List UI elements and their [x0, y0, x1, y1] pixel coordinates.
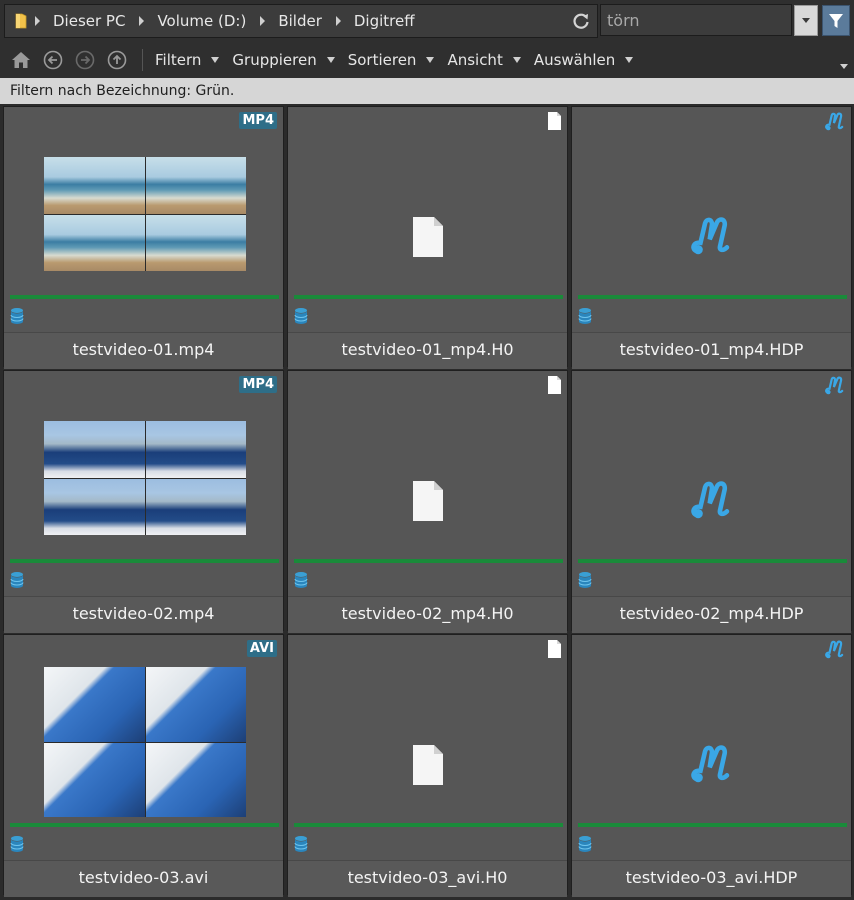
chevron-down-icon [512, 57, 521, 63]
chevron-down-icon [326, 57, 335, 63]
color-label-bar [10, 823, 279, 827]
chevron-right-icon [139, 16, 145, 26]
document-icon [548, 640, 561, 658]
chevron-down-icon [625, 57, 634, 63]
chevron-right-icon [260, 16, 266, 26]
search-history-dropdown[interactable] [794, 5, 818, 36]
music-note-icon [825, 376, 844, 395]
music-note-icon [690, 480, 729, 518]
menu-filtern[interactable]: Filtern [155, 51, 220, 69]
file-tile[interactable]: testvideo-01_mp4.HDP [571, 106, 852, 369]
color-label-bar [578, 295, 847, 299]
color-label-bar [10, 295, 279, 299]
breadcrumb-item-bilder[interactable]: Bilder [260, 12, 322, 30]
database-icon [578, 308, 592, 324]
music-note-icon [690, 744, 729, 782]
file-type-badge: MP4 [239, 376, 277, 393]
forward-button[interactable] [74, 49, 96, 71]
chevron-right-icon [35, 16, 40, 26]
file-name: testvideo-02.mp4 [4, 596, 283, 633]
music-note-icon [825, 112, 844, 131]
file-name: testvideo-03_avi.H0 [288, 860, 567, 897]
toolbar: Filtern Gruppieren Sortieren Ansicht Aus… [0, 42, 854, 78]
file-tile[interactable]: testvideo-03_avi.H0 [287, 634, 568, 897]
breadcrumb-item-digitreff[interactable]: Digitreff [335, 12, 415, 30]
arrow-right-circle-icon [75, 50, 95, 70]
chevron-down-icon [426, 57, 435, 63]
file-tile[interactable]: testvideo-02_mp4.HDP [571, 370, 852, 633]
database-icon [294, 308, 308, 324]
search-box[interactable] [600, 4, 793, 36]
color-label-bar [294, 295, 563, 299]
funnel-icon [829, 13, 843, 28]
video-thumbnail [44, 157, 246, 271]
file-name: testvideo-02_mp4.HDP [572, 596, 851, 633]
home-icon [12, 52, 30, 68]
video-thumbnail [44, 421, 246, 535]
document-icon [412, 480, 443, 521]
database-icon [10, 836, 24, 852]
file-tile[interactable]: testvideo-01_mp4.H0 [287, 106, 568, 369]
refresh-icon[interactable] [571, 11, 591, 31]
database-icon [10, 572, 24, 588]
video-thumbnail [44, 667, 246, 817]
search-input[interactable] [601, 5, 793, 35]
document-icon [412, 744, 443, 785]
up-button[interactable] [106, 49, 128, 71]
arrow-up-circle-icon [107, 50, 127, 70]
file-name: testvideo-02_mp4.H0 [288, 596, 567, 633]
color-label-bar [578, 559, 847, 563]
folder-icon [15, 13, 27, 29]
toolbar-separator [142, 49, 143, 71]
color-label-bar [578, 823, 847, 827]
file-name: testvideo-01_mp4.HDP [572, 332, 851, 369]
home-button[interactable] [10, 49, 32, 71]
file-type-badge: MP4 [239, 112, 277, 129]
music-note-icon [690, 216, 729, 254]
menu-sortieren[interactable]: Sortieren [348, 51, 435, 69]
file-name: testvideo-01_mp4.H0 [288, 332, 567, 369]
menu-ansicht[interactable]: Ansicht [447, 51, 521, 69]
document-icon [548, 112, 561, 130]
address-bar: Dieser PC Volume (D:) Bilder Digitreff [0, 0, 854, 42]
file-grid: MP4 testvideo-01.mp4 testvideo-01_mp4.H0… [3, 106, 853, 900]
file-tile[interactable]: testvideo-02_mp4.H0 [287, 370, 568, 633]
file-tile[interactable]: testvideo-03_avi.HDP [571, 634, 852, 897]
breadcrumb-item-volume[interactable]: Volume (D:) [139, 12, 246, 30]
chevron-down-icon [802, 18, 810, 23]
color-label-bar [10, 559, 279, 563]
file-type-badge: AVI [246, 640, 277, 657]
menu-auswaehlen[interactable]: Auswählen [534, 51, 634, 69]
file-tile[interactable]: MP4 testvideo-01.mp4 [3, 106, 284, 369]
chevron-down-icon [211, 57, 220, 63]
breadcrumb-item-pc[interactable]: Dieser PC [35, 12, 125, 30]
color-label-bar [294, 823, 563, 827]
menu-gruppieren[interactable]: Gruppieren [232, 51, 335, 69]
back-button[interactable] [42, 49, 64, 71]
database-icon [10, 308, 24, 324]
document-icon [548, 376, 561, 394]
file-name: testvideo-03.avi [4, 860, 283, 897]
database-icon [294, 572, 308, 588]
color-label-bar [294, 559, 563, 563]
database-icon [294, 836, 308, 852]
music-note-icon [825, 640, 844, 659]
filter-status-bar: Filtern nach Bezeichnung: Grün. [0, 78, 854, 104]
chevron-right-icon [335, 16, 341, 26]
filter-toggle-button[interactable] [822, 5, 850, 36]
file-tile[interactable]: AVI testvideo-03.avi [3, 634, 284, 897]
document-icon [412, 216, 443, 257]
file-tile[interactable]: MP4 testvideo-02.mp4 [3, 370, 284, 633]
database-icon [578, 572, 592, 588]
file-name: testvideo-03_avi.HDP [572, 860, 851, 897]
file-name: testvideo-01.mp4 [4, 332, 283, 369]
database-icon [578, 836, 592, 852]
toolbar-overflow-icon[interactable] [840, 64, 848, 69]
breadcrumb[interactable]: Dieser PC Volume (D:) Bilder Digitreff [4, 4, 598, 38]
arrow-left-circle-icon [43, 50, 63, 70]
